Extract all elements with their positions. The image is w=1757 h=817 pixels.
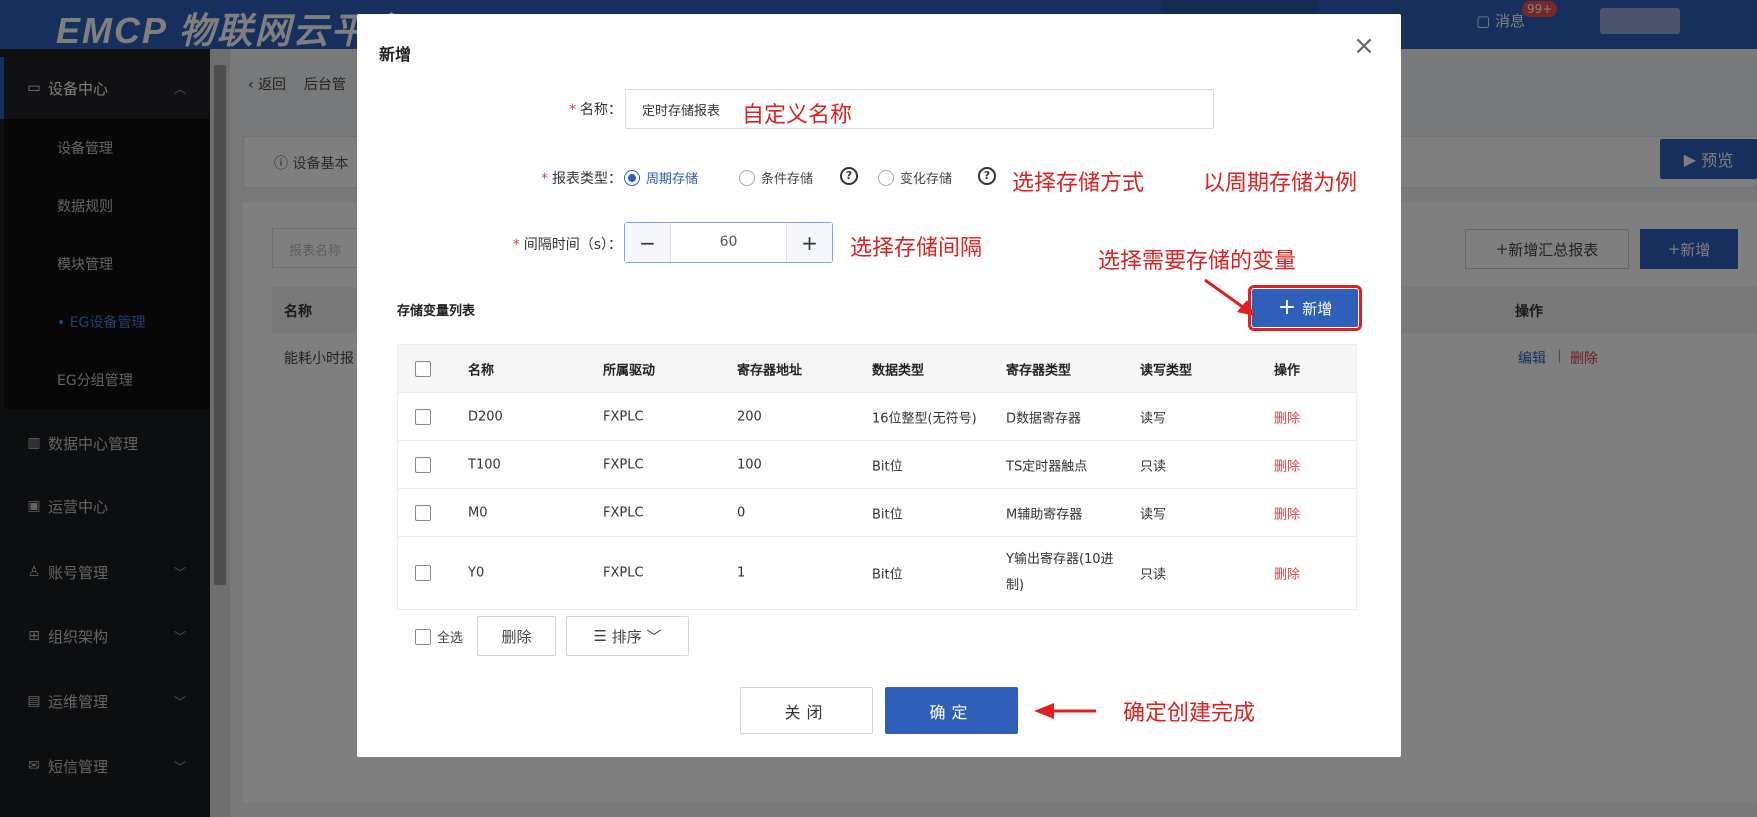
increment-button[interactable]: + — [786, 223, 832, 262]
radio-conditional-storage[interactable]: 条件存储 — [739, 168, 813, 187]
decrement-button[interactable]: − — [625, 223, 671, 262]
report-type-label: * 报表类型： — [541, 171, 622, 187]
add-variable-button[interactable]: + 新增 — [1248, 285, 1362, 331]
annotation-choose-vars: 选择需要存储的变量 — [1098, 249, 1297, 274]
delete-row-link[interactable]: 删除 — [1274, 564, 1300, 583]
table-row: T100 FXPLC 100 Bit位 TS定时器触点 只读 删除 — [398, 441, 1356, 489]
close-icon[interactable]: × — [1350, 32, 1378, 60]
annotation-custom-name: 自定义名称 — [742, 103, 853, 128]
cancel-button[interactable]: 关闭 — [740, 687, 873, 734]
annotation-periodic-example: 以周期存储为例 — [1203, 171, 1358, 196]
radio-change-storage[interactable]: 变化存储 — [878, 168, 952, 187]
annotation-choose-interval: 选择存储间隔 — [850, 236, 983, 261]
variable-table: 名称 所属驱动 寄存器地址 数据类型 寄存器类型 读写类型 操作 D200 FX… — [397, 344, 1357, 610]
radio-dot — [624, 169, 640, 186]
radio-periodic-storage[interactable]: 周期存储 — [624, 168, 698, 187]
variable-table-header: 名称 所属驱动 寄存器地址 数据类型 寄存器类型 读写类型 操作 — [398, 345, 1356, 393]
name-field[interactable] — [625, 89, 1214, 129]
row-checkbox[interactable] — [415, 565, 431, 581]
checkbox — [415, 628, 431, 645]
annotation-arrow-icon — [1034, 703, 1096, 719]
interval-label: * 间隔时间（s）： — [512, 237, 622, 253]
help-icon[interactable]: ? — [978, 167, 996, 185]
radio-dot — [739, 169, 755, 186]
annotation-arrow-icon — [1204, 278, 1255, 316]
annotation-choose-storage: 选择存储方式 — [1012, 171, 1145, 196]
annotation-confirm-done: 确定创建完成 — [1123, 701, 1256, 726]
table-row: Y0 FXPLC 1 Bit位 Y输出寄存器(10进制) 只读 删除 — [398, 537, 1356, 609]
header-checkbox[interactable] — [415, 360, 431, 377]
plus-icon: + — [1277, 295, 1297, 320]
chevron-down-icon: ﹀ — [646, 627, 662, 646]
batch-delete-button[interactable]: 删除 — [477, 616, 556, 656]
table-row: D200 FXPLC 200 16位整型(无符号) D数据寄存器 读写 删除 — [398, 393, 1356, 441]
table-row: M0 FXPLC 0 Bit位 M辅助寄存器 读写 删除 — [398, 489, 1356, 537]
sort-button[interactable]: ☰ 排序 ﹀ — [566, 616, 689, 656]
row-checkbox[interactable] — [415, 504, 431, 521]
add-report-dialog: 新增 × *名称： *报表类型： 周期存储 条件存储 ? 变化存储 ? *间隔时… — [357, 14, 1401, 757]
name-label: * 名称： — [569, 102, 622, 118]
delete-row-link[interactable]: 删除 — [1274, 503, 1300, 522]
help-icon[interactable]: ? — [840, 167, 858, 185]
variable-list-title: 存储变量列表 — [397, 304, 476, 319]
confirm-button[interactable]: 确定 — [885, 687, 1018, 734]
row-checkbox[interactable] — [415, 408, 431, 425]
select-all-checkbox[interactable]: 全选 — [415, 627, 463, 646]
dialog-title: 新增 — [379, 45, 412, 64]
delete-row-link[interactable]: 删除 — [1274, 407, 1300, 426]
row-checkbox[interactable] — [415, 456, 431, 473]
radio-dot — [878, 169, 894, 186]
interval-stepper[interactable]: − 60 + — [624, 222, 833, 263]
interval-value[interactable]: 60 — [671, 223, 786, 262]
delete-row-link[interactable]: 删除 — [1274, 455, 1300, 474]
sort-icon: ☰ — [593, 627, 607, 645]
